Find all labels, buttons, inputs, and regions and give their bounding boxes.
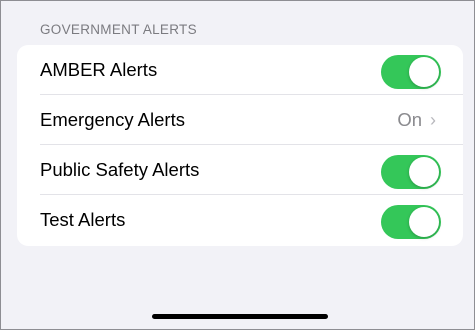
emergency-alerts-detail[interactable]: On › (397, 109, 436, 131)
section-header-government-alerts: GOVERNMENT ALERTS (40, 22, 197, 37)
public-safety-alerts-label: Public Safety Alerts (40, 159, 200, 180)
row-amber-alerts[interactable]: AMBER Alerts (17, 45, 463, 95)
row-emergency-alerts[interactable]: Emergency Alerts On › (17, 95, 463, 145)
row-public-safety-alerts[interactable]: Public Safety Alerts (17, 145, 463, 195)
toggle-knob (409, 207, 439, 237)
test-alerts-label: Test Alerts (40, 209, 126, 230)
government-alerts-group: AMBER Alerts Emergency Alerts On › Public… (17, 45, 463, 246)
amber-alerts-label: AMBER Alerts (40, 59, 158, 80)
row-test-alerts[interactable]: Test Alerts (17, 195, 463, 245)
toggle-knob (409, 57, 439, 87)
emergency-alerts-label: Emergency Alerts (40, 109, 185, 130)
test-alerts-toggle[interactable] (381, 205, 441, 239)
amber-alerts-toggle[interactable] (381, 55, 441, 89)
chevron-right-icon: › (430, 110, 436, 130)
home-indicator[interactable] (152, 314, 328, 319)
public-safety-alerts-toggle[interactable] (381, 155, 441, 189)
emergency-alerts-value: On (397, 109, 422, 130)
toggle-knob (409, 157, 439, 187)
